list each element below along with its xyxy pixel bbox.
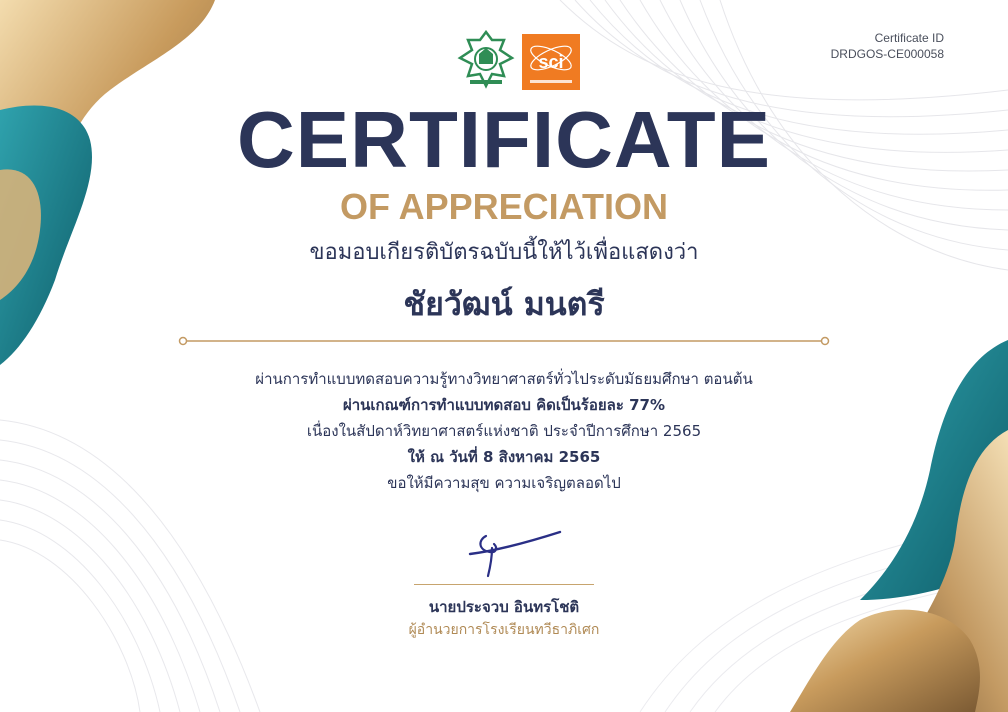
name-divider [178,336,830,346]
sci-logo-text: sci [538,52,563,72]
signature-image [468,530,562,578]
logos: sci [457,30,580,90]
signer-position: ผู้อำนวยการโรงเรียนทวีธาภิเศก [408,622,600,638]
certificate-intro: ขอมอบเกียรติบัตรฉบับนี้ให้ไว้เพื่อแสดงว่… [309,240,699,265]
sci-logo: sci [522,34,580,90]
certificate-id-value: DRDGOS-CE000058 [830,47,944,61]
certificate-title: CERTIFICATE [237,95,771,184]
certificate-page: Certificate ID DRDGOS-CE000058 sci CERTI… [0,0,1008,712]
body-line-course: ผ่านการทำแบบทดสอบความรู้ทางวิทยาศาสตร์ทั… [255,370,753,388]
school-emblem-logo [457,30,515,89]
body-line-score: ผ่านเกณฑ์การทำแบบทดสอบ คิดเป็นร้อยละ 77% [342,396,666,414]
body-line-wish: ขอให้มีความสุข ความเจริญตลอดไป [387,474,621,492]
certificate-body: ผ่านการทำแบบทดสอบความรู้ทางวิทยาศาสตร์ทั… [0,366,1008,496]
signature-line [414,584,594,585]
certificate-id-block: Certificate ID DRDGOS-CE000058 [831,30,944,62]
body-line-occasion: เนื่องในสัปดาห์วิทยาศาสตร์แห่งชาติ ประจำ… [306,422,702,440]
certificate-subtitle: OF APPRECIATION [339,186,668,227]
recipient-name: ชัยวัฒน์ มนตรี [403,285,605,323]
certificate-id-label: Certificate ID [874,31,944,45]
body-line-date: ให้ ณ วันที่ 8 สิงหาคม 2565 [407,448,601,466]
signer-name: นายประจวบ อินทรโชติ [428,598,580,616]
